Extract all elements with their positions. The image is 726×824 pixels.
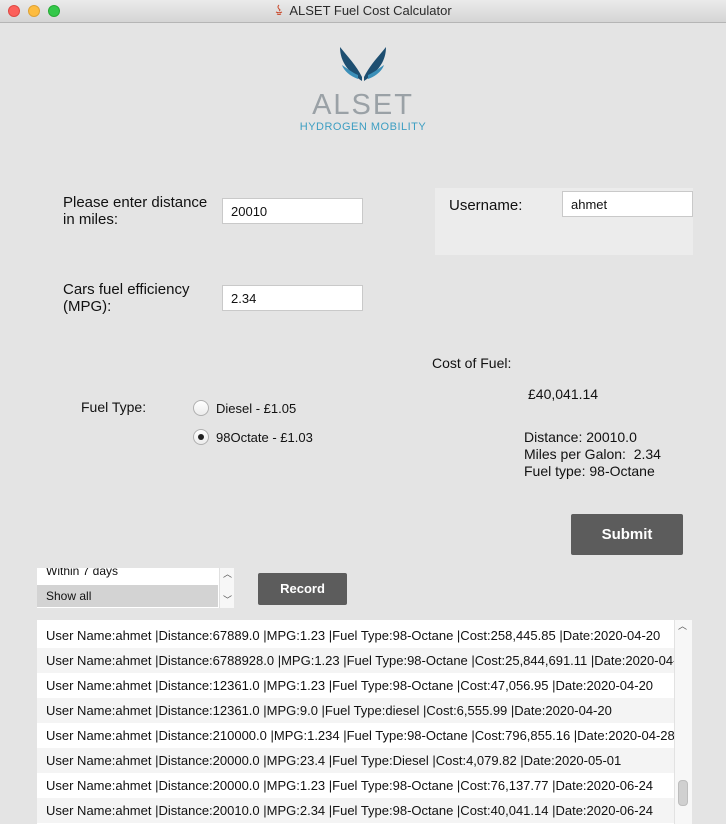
window-titlebar: ALSET Fuel Cost Calculator [0,0,726,23]
filter-item-within-7-days[interactable]: Within 7 days [37,568,218,582]
scrollbar-thumb[interactable] [678,780,688,806]
username-input[interactable] [562,191,693,217]
scroll-up-arrow-icon[interactable]: ︿ [678,620,687,632]
distance-input[interactable] [222,198,363,224]
diesel-radio-label: Diesel - £1.05 [216,401,297,416]
98octane-radio[interactable] [193,429,209,445]
mpg-label: Cars fuel efficiency (MPG): [63,281,190,315]
record-row[interactable]: User Name:ahmet |Distance:12361.0 |MPG:9… [37,698,674,723]
scroll-up-arrow-icon[interactable]: ︿ [223,568,232,580]
records-list[interactable]: User Name:ahmet |Distance:67889.0 |MPG:1… [37,620,692,824]
records-scrollbar[interactable]: ︿ [674,620,692,824]
record-row[interactable]: User Name:ahmet |Distance:67889.0 |MPG:1… [37,623,674,648]
record-row[interactable]: User Name:ahmet |Distance:20000.0 |MPG:1… [37,773,674,798]
alset-logo: ALSET HYDROGEN MOBILITY [292,43,434,133]
result-mpg: Miles per Galon: 2.34 [524,446,661,462]
cost-value: £40,041.14 [528,386,599,402]
record-row[interactable]: User Name:ahmet |Distance:210000.0 |MPG:… [37,723,674,748]
alset-wings-icon [340,47,386,81]
username-panel: Username: [435,188,693,255]
result-fuel-type: Fuel type: 98-Octane [524,463,655,479]
record-row[interactable]: User Name:ahmet |Distance:6788928.0 |MPG… [37,648,674,673]
record-button[interactable]: Record [258,573,347,605]
filter-scrollbar[interactable]: ︿ ﹀ [219,568,234,608]
cost-label: Cost of Fuel: [432,355,512,371]
java-icon [276,4,283,15]
date-filter-list[interactable]: Within 7 days Show all ︿ ﹀ [37,568,234,608]
logo-tagline: HYDROGEN MOBILITY [299,121,427,133]
result-distance: Distance: 20010.0 [524,429,637,445]
record-row[interactable]: User Name:ahmet |Distance:20000.0 |MPG:2… [37,748,674,773]
record-row[interactable]: User Name:ahmet |Distance:20010.0 |MPG:2… [37,798,674,823]
98octane-radio-label: 98Octate - £1.03 [216,430,313,445]
diesel-radio[interactable] [193,400,209,416]
fuel-type-label: Fuel Type: [81,399,147,415]
filter-item-show-all[interactable]: Show all [37,585,218,607]
distance-label: Please enter distance in miles: [63,194,208,228]
radio-selected-dot [198,434,204,440]
record-row[interactable]: User Name:ahmet |Distance:12361.0 |MPG:1… [37,673,674,698]
scroll-down-arrow-icon[interactable]: ﹀ [223,593,232,606]
window-title: ALSET Fuel Cost Calculator [289,3,452,18]
logo-wordmark: ALSET [312,89,414,121]
username-label: Username: [449,197,523,214]
submit-button[interactable]: Submit [571,514,683,555]
main-content: ALSET HYDROGEN MOBILITY Please enter dis… [0,23,726,824]
mpg-input[interactable] [222,285,363,311]
